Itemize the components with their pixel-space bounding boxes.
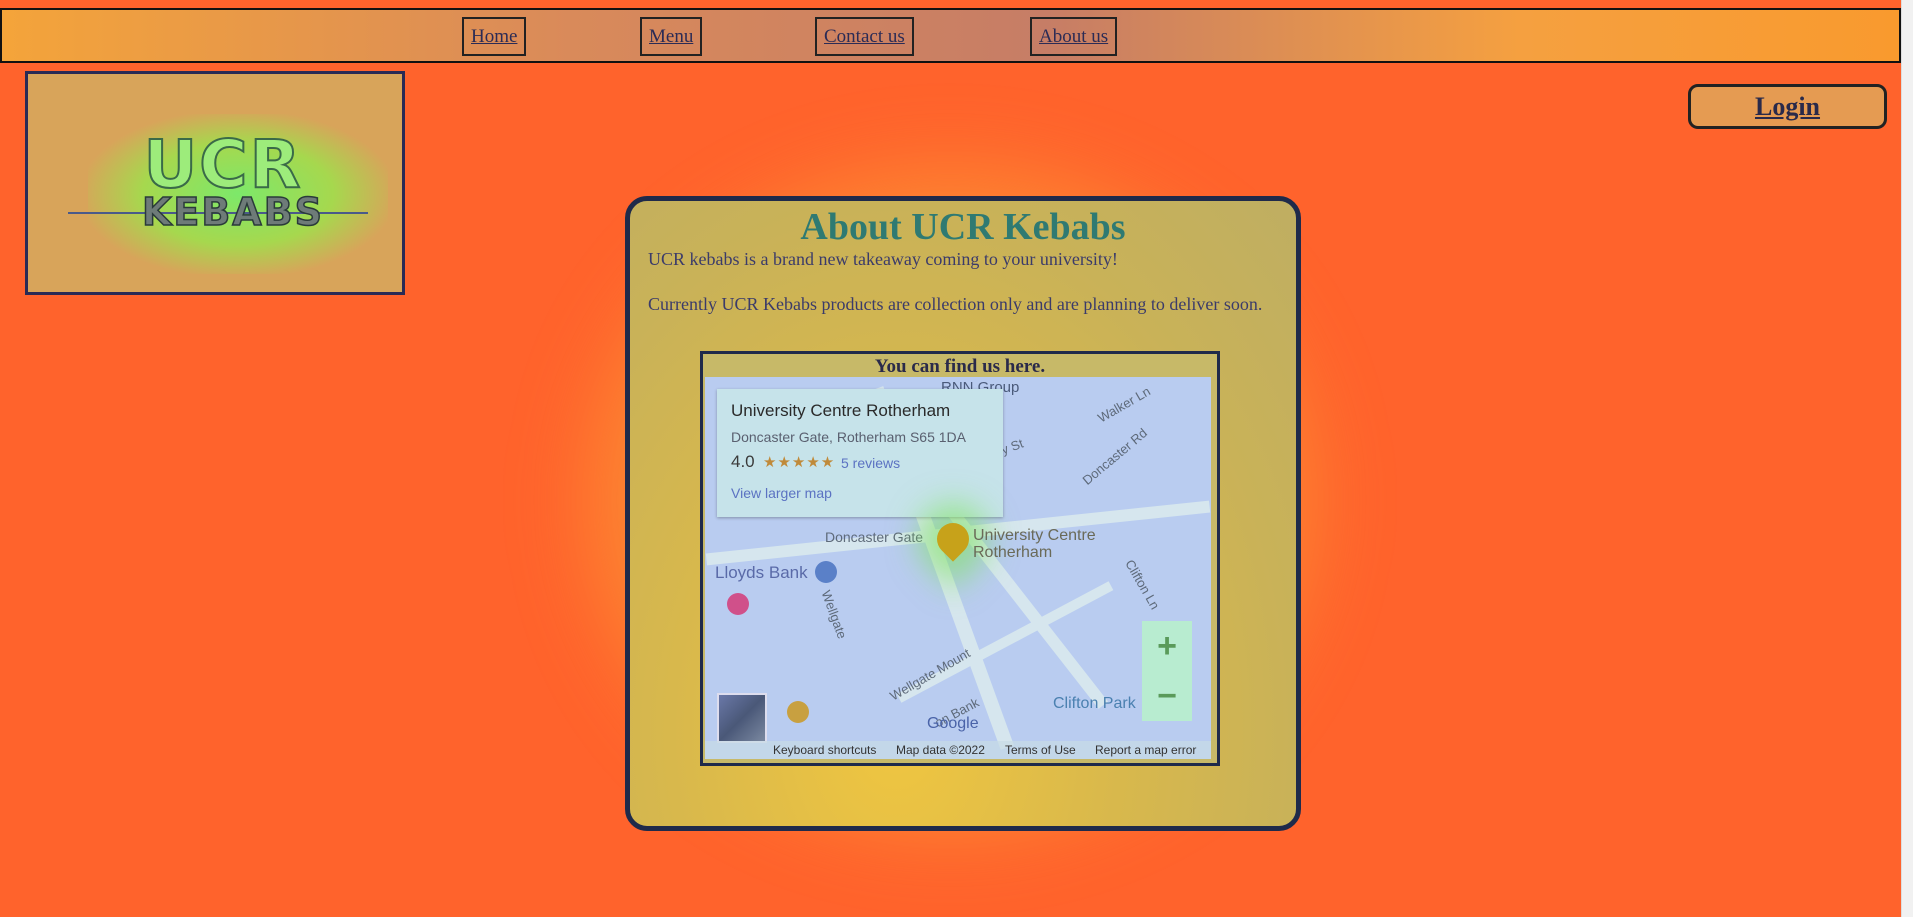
place-name: University Centre Rotherham — [731, 401, 951, 420]
embedded-map[interactable]: RNN Group Walker Ln Doncaster Rd y St Do… — [705, 377, 1211, 759]
clifton-park-label: Clifton Park — [1053, 695, 1136, 712]
top-edge — [0, 0, 1901, 10]
map-street-label: Walker Ln — [1095, 383, 1153, 426]
nav-home[interactable]: Home — [462, 17, 527, 56]
keyboard-shortcuts-link[interactable]: Keyboard shortcuts — [773, 743, 876, 757]
page-scrollbar[interactable] — [1901, 0, 1913, 917]
logo-text-ucr: UCR — [143, 126, 303, 203]
view-larger-map-link[interactable]: View larger map — [731, 485, 832, 501]
place-rating: 4.0 — [731, 452, 755, 471]
about-paragraph-2: Currently UCR Kebabs products are collec… — [648, 294, 1263, 314]
place-address: Doncaster Gate, Rotherham S65 1DA — [731, 429, 967, 445]
report-map-error-link[interactable]: Report a map error — [1095, 743, 1196, 757]
bank-icon — [815, 561, 837, 583]
map-street-label: Wellgate — [818, 588, 850, 641]
login-button[interactable]: Login — [1688, 84, 1887, 129]
map-street-label: Doncaster Gate — [825, 529, 924, 545]
zoom-out-button[interactable]: − — [1142, 671, 1192, 721]
map-caption: You can find us here. — [874, 356, 1046, 377]
bar-icon — [787, 701, 809, 723]
about-card: About UCR Kebabs UCR kebabs is a brand n… — [625, 196, 1301, 831]
hotel-icon — [727, 593, 749, 615]
page-title: About UCR Kebabs — [800, 206, 1126, 248]
pin-label: University Centre Rotherham — [973, 527, 1096, 561]
zoom-controls: + − — [1142, 621, 1192, 721]
rating-stars-icon: ★★★★★ — [763, 454, 836, 471]
map-street-label: y St — [999, 435, 1026, 458]
zoom-in-button[interactable]: + — [1142, 621, 1192, 671]
nav-contact-us[interactable]: Contact us — [815, 17, 914, 56]
map-footer: Keyboard shortcuts Map data ©2022 Terms … — [705, 741, 1211, 759]
reviews-link[interactable]: 5 reviews — [841, 455, 900, 471]
terms-link[interactable]: Terms of Use — [1005, 743, 1076, 757]
map-data-text: Map data ©2022 — [896, 743, 985, 757]
map-street-label: Doncaster Rd — [1079, 425, 1151, 488]
pin-label-line-2: Rotherham — [973, 544, 1053, 561]
nav-menu[interactable]: Menu — [640, 17, 703, 56]
logo: UCR KEBABS — [25, 71, 405, 295]
satellite-toggle[interactable] — [717, 693, 767, 743]
logo-text-kebabs: KEBABS — [141, 190, 325, 234]
map-frame: You can find us here. RNN Group Walker L… — [700, 351, 1220, 766]
place-info-card: University Centre Rotherham Doncaster Ga… — [717, 389, 1003, 517]
nav-about-us[interactable]: About us — [1030, 17, 1118, 56]
map-street-label: Clifton Ln — [1122, 556, 1163, 613]
lloyds-bank-label: Lloyds Bank — [715, 563, 808, 582]
about-paragraph-1: UCR kebabs is a brand new takeaway comin… — [648, 249, 1118, 269]
google-logo: Google — [927, 715, 979, 732]
navbar: Home Menu Contact us About us — [0, 10, 1901, 63]
map-street-label: Wellgate Mount — [887, 645, 973, 704]
pin-label-line-1: University Centre — [973, 527, 1096, 544]
